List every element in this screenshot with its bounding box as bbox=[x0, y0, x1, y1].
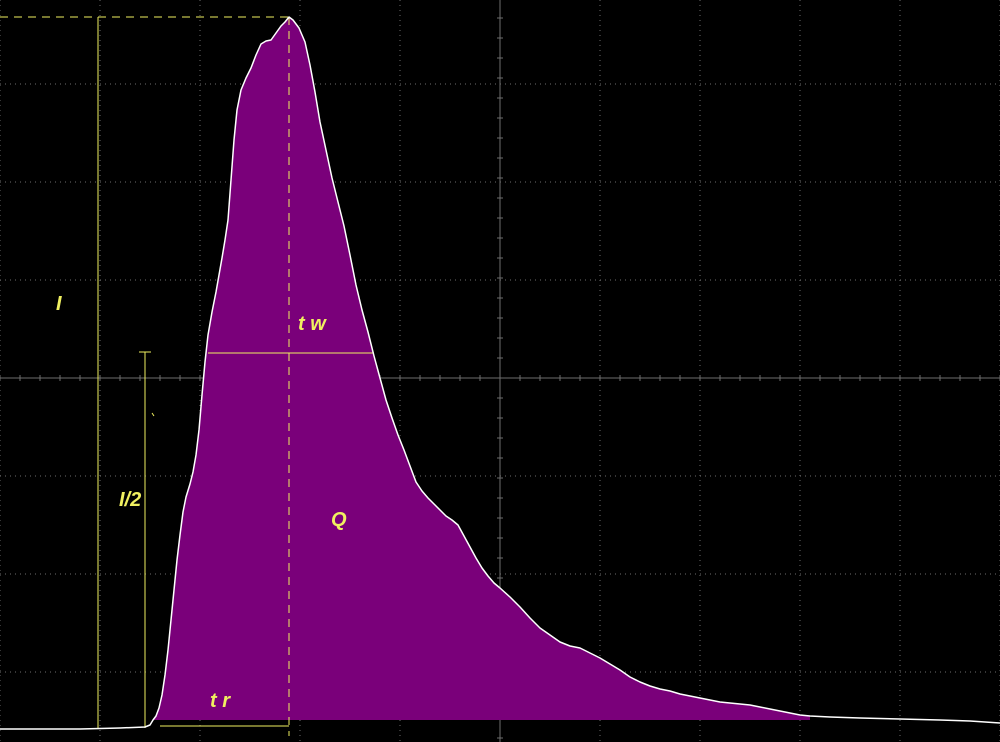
label-half-current: I/2 bbox=[119, 489, 141, 511]
label-peak-current: I bbox=[56, 293, 62, 315]
oscilloscope-screen: I I/2 t w Q t r bbox=[0, 0, 1000, 742]
label-rise-time: t r bbox=[210, 690, 231, 712]
label-pulse-width: t w bbox=[298, 313, 327, 335]
label-charge: Q bbox=[331, 509, 347, 531]
